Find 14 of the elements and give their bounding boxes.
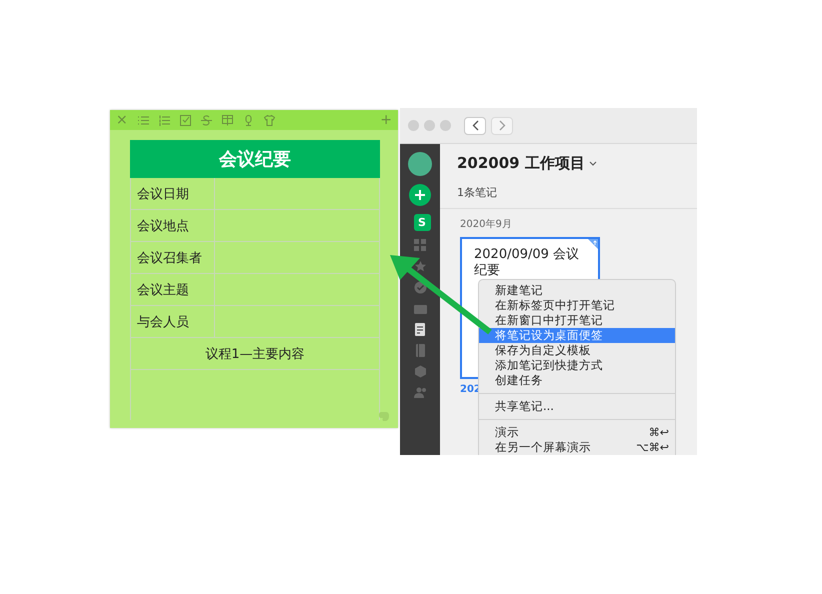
note-count: 1条笔记 [457, 185, 498, 200]
table-cell: 会议主题 [131, 274, 215, 305]
table-cell: 会议地点 [131, 210, 215, 241]
table-cell: 会议召集者 [131, 242, 215, 273]
menu-item-label: 演示 [495, 425, 520, 440]
table-cell: 议程1—主要内容 [130, 338, 380, 370]
table-cell: 会议日期 [131, 178, 215, 209]
note-title: 2020/09/09 会议纪要 [474, 247, 580, 279]
keyboard-shortcut: ⌥⌘↩ [636, 441, 669, 454]
menu-item-label: 在另一个屏幕演示 [495, 440, 592, 455]
month-heading: 2020年9月 [460, 218, 513, 231]
keyboard-shortcut: ⌘↩ [648, 426, 669, 439]
table-title: 会议纪要 [130, 140, 380, 178]
table-cell: 与会人员 [131, 306, 215, 337]
